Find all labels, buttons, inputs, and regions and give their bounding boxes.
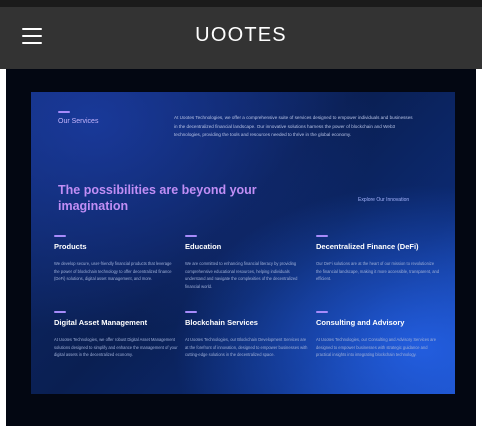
brand-logo[interactable]: UOOTES xyxy=(0,24,482,47)
section-label: Our Services xyxy=(58,118,99,125)
service-title: Decentralized Finance (DeFi) xyxy=(316,242,419,251)
service-description: We develop secure, user-friendly financi… xyxy=(54,261,172,282)
services-headline: The possibilities are beyond your imagin… xyxy=(58,183,257,213)
service-title: Digital Asset Management xyxy=(54,318,148,327)
service-card-consulting[interactable]: Consulting and Advisory At Uootes Techno… xyxy=(316,311,440,359)
navbar: UOOTES xyxy=(0,7,482,69)
service-description: At Uootes Technologies, our Blockchain D… xyxy=(185,337,308,358)
service-description: At Uootes Technologies, we offer robust … xyxy=(54,337,178,358)
service-accent-line xyxy=(316,235,328,237)
service-accent-line xyxy=(54,235,66,237)
service-title: Consulting and Advisory xyxy=(316,318,405,327)
service-description: Our DeFi solutions are at the heart of o… xyxy=(316,261,440,282)
explore-innovation-link[interactable]: Explore Our Innovation xyxy=(358,197,409,203)
service-description: At Uootes Technologies, our Consulting a… xyxy=(316,337,437,358)
services-card: Our Services At Uootes Technologies, we … xyxy=(31,92,455,394)
service-title: Blockchain Services xyxy=(185,318,258,327)
service-description: We are committed to enhancing financial … xyxy=(185,261,298,289)
services-intro: At Uootes Technologies, we offer a compr… xyxy=(174,115,413,138)
service-accent-line xyxy=(54,311,66,313)
service-title: Products xyxy=(54,242,87,251)
service-accent-line xyxy=(185,311,197,313)
top-strip xyxy=(0,0,482,7)
service-card-blockchain-services[interactable]: Blockchain Services At Uootes Technologi… xyxy=(185,311,309,359)
service-card-digital-asset-management[interactable]: Digital Asset Management At Uootes Techn… xyxy=(54,311,178,359)
service-card-defi[interactable]: Decentralized Finance (DeFi) Our DeFi so… xyxy=(316,235,440,283)
service-accent-line xyxy=(185,235,197,237)
section-accent-line xyxy=(58,111,70,113)
service-card-products[interactable]: Products We develop secure, user-friendl… xyxy=(54,235,178,283)
service-title: Education xyxy=(185,242,222,251)
service-accent-line xyxy=(316,311,328,313)
service-card-education[interactable]: Education We are committed to enhancing … xyxy=(185,235,309,290)
